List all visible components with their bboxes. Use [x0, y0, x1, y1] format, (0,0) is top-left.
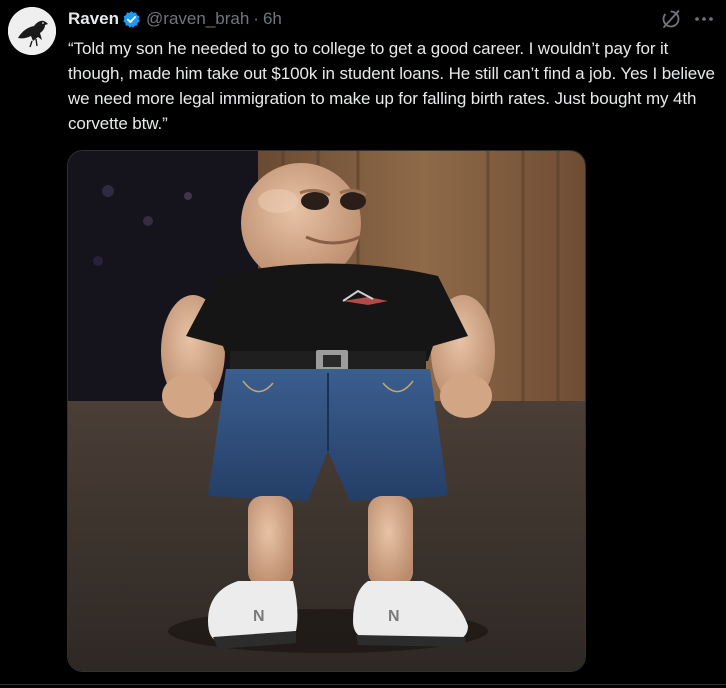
- verified-badge-icon[interactable]: [122, 10, 141, 29]
- more-options-icon[interactable]: [692, 8, 716, 30]
- divider: [0, 684, 726, 685]
- svg-text:N: N: [253, 608, 265, 625]
- post-text: “Told my son he needed to go to college …: [68, 39, 715, 133]
- post-timestamp[interactable]: 6h: [263, 9, 282, 29]
- user-handle[interactable]: @raven_brah: [146, 9, 249, 29]
- grok-icon[interactable]: [660, 8, 682, 30]
- post-header: Raven @raven_brah · 6h: [68, 8, 282, 30]
- post-media-image[interactable]: N N: [67, 150, 586, 672]
- separator-dot: ·: [253, 9, 259, 28]
- display-name[interactable]: Raven: [68, 9, 119, 29]
- avatar[interactable]: [8, 7, 56, 55]
- svg-text:N: N: [388, 608, 400, 625]
